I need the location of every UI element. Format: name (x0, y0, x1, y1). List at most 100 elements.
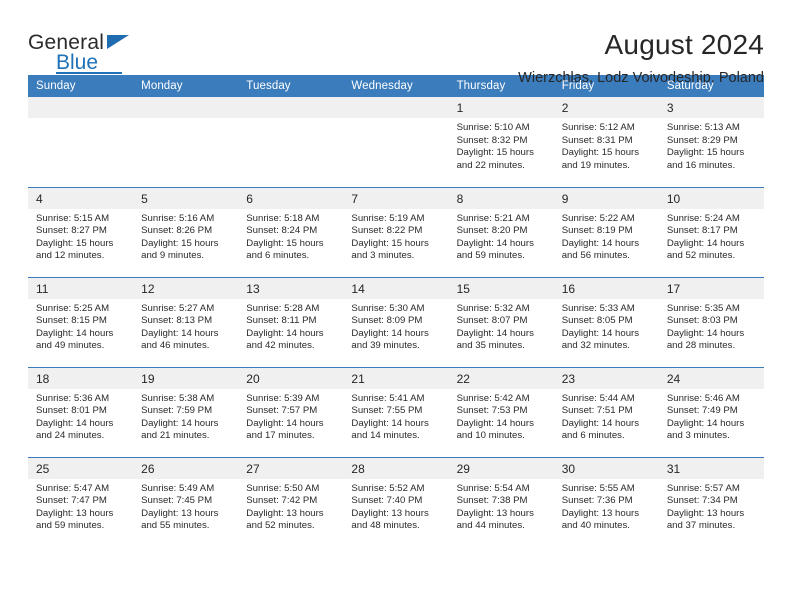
calendar-week-row: 18 Sunrise: 5:36 AM Sunset: 8:01 PM Dayligh… (28, 366, 764, 457)
calendar-day-cell[interactable]: 26 Sunrise: 5:49 AM Sunset: 7:45 PM Dayligh… (133, 456, 239, 547)
sunset-text: Sunset: 8:01 PM (36, 405, 107, 417)
day-number: 15 (448, 277, 554, 299)
weekday-header-tuesday: Tuesday (238, 75, 344, 97)
daylight-text: Daylight: 14 hours (36, 417, 114, 429)
calendar-day-cell[interactable]: 6 Sunrise: 5:18 AM Sunset: 8:24 PM Daylight… (238, 186, 344, 277)
page-subtitle: Wierzchlas, Lodz Voivodeship, Poland (518, 70, 764, 86)
day-number: 29 (448, 457, 554, 479)
daylight-text-cont: and 35 minutes. (456, 340, 525, 352)
sunset-text: Sunset: 8:15 PM (36, 315, 107, 327)
daylight-text: Daylight: 14 hours (246, 417, 324, 429)
daylight-text-cont: and 59 minutes. (36, 520, 105, 532)
day-number (238, 97, 344, 118)
sunrise-text: Sunrise: 5:24 AM (666, 212, 740, 224)
calendar-day-cell[interactable]: 11 Sunrise: 5:25 AM Sunset: 8:15 PM Dayligh… (28, 276, 134, 367)
calendar-day-cell[interactable]: 7 Sunrise: 5:19 AM Sunset: 8:22 PM Daylight… (343, 186, 449, 277)
sunrise-text: Sunrise: 5:18 AM (246, 212, 320, 224)
day-number: 23 (553, 367, 659, 389)
calendar-day-cell[interactable]: 17 Sunrise: 5:35 AM Sunset: 8:03 PM Dayligh… (658, 276, 764, 367)
daylight-text: Daylight: 14 hours (351, 417, 429, 429)
calendar-day-cell[interactable]: 27 Sunrise: 5:50 AM Sunset: 7:42 PM Dayligh… (238, 456, 344, 547)
daylight-text-cont: and 59 minutes. (456, 250, 525, 262)
day-details: Sunrise: 5:25 AM Sunset: 8:15 PM Daylight:… (28, 299, 133, 353)
calendar-day-cell[interactable]: 12 Sunrise: 5:27 AM Sunset: 8:13 PM Dayligh… (133, 276, 239, 367)
brand-logo: General Blue (28, 28, 148, 74)
calendar-day-cell[interactable]: 22 Sunrise: 5:42 AM Sunset: 7:53 PM Dayligh… (448, 366, 554, 457)
day-number: 24 (658, 367, 764, 389)
calendar-day-cell[interactable]: 13 Sunrise: 5:28 AM Sunset: 8:11 PM Dayligh… (238, 276, 344, 367)
calendar-day-cell[interactable]: 5 Sunrise: 5:16 AM Sunset: 8:26 PM Daylight… (133, 186, 239, 277)
sunrise-text: Sunrise: 5:16 AM (141, 212, 215, 224)
sunset-text: Sunset: 8:24 PM (246, 225, 318, 237)
sunrise-text: Sunrise: 5:49 AM (141, 482, 215, 494)
sunrise-text: Sunrise: 5:46 AM (666, 392, 740, 404)
daylight-text: Daylight: 14 hours (141, 327, 219, 339)
calendar-day-cell[interactable]: 25 Sunrise: 5:47 AM Sunset: 7:47 PM Dayligh… (28, 456, 134, 547)
day-number (28, 97, 134, 118)
daylight-text: Daylight: 13 hours (456, 507, 534, 519)
daylight-text: Daylight: 14 hours (36, 327, 114, 339)
daylight-text-cont: and 44 minutes. (456, 520, 525, 532)
calendar-day-cell[interactable]: 31 Sunrise: 5:57 AM Sunset: 7:34 PM Dayligh… (658, 456, 764, 547)
calendar-day-cell[interactable]: 19 Sunrise: 5:38 AM Sunset: 7:59 PM Dayligh… (133, 366, 239, 457)
calendar-day-cell[interactable]: 8 Sunrise: 5:21 AM Sunset: 8:20 PM Daylight… (448, 186, 554, 277)
calendar-day-cell[interactable]: 24 Sunrise: 5:46 AM Sunset: 7:49 PM Dayligh… (658, 366, 764, 457)
calendar-day-cell[interactable]: 4 Sunrise: 5:15 AM Sunset: 8:27 PM Daylight… (28, 186, 134, 277)
day-number: 1 (448, 97, 554, 118)
calendar-day-cell[interactable]: 21 Sunrise: 5:41 AM Sunset: 7:55 PM Dayligh… (343, 366, 449, 457)
sunset-text: Sunset: 8:27 PM (36, 225, 107, 237)
day-details: Sunrise: 5:18 AM Sunset: 8:24 PM Daylight:… (238, 209, 343, 263)
page-title: August 2024 (604, 29, 764, 60)
daylight-text-cont: and 48 minutes. (351, 520, 420, 532)
triangle-icon (107, 35, 129, 49)
calendar-day-cell[interactable]: 16 Sunrise: 5:33 AM Sunset: 8:05 PM Dayligh… (553, 276, 659, 367)
daylight-text: Daylight: 13 hours (246, 507, 324, 519)
sunset-text: Sunset: 8:29 PM (666, 134, 738, 146)
day-number: 10 (658, 187, 764, 209)
calendar-day-cell[interactable]: 15 Sunrise: 5:32 AM Sunset: 8:07 PM Dayligh… (448, 276, 554, 367)
day-number: 8 (448, 187, 554, 209)
calendar-day-cell[interactable]: 20 Sunrise: 5:39 AM Sunset: 7:57 PM Dayligh… (238, 366, 344, 457)
calendar-day-cell[interactable]: 1 Sunrise: 5:10 AM Sunset: 8:32 PM Daylight… (448, 97, 554, 187)
daylight-text: Daylight: 15 hours (246, 237, 324, 249)
calendar-day-cell[interactable]: 10 Sunrise: 5:24 AM Sunset: 8:17 PM Dayligh… (658, 186, 764, 277)
daylight-text: Daylight: 15 hours (666, 147, 745, 159)
sunset-text: Sunset: 8:09 PM (351, 315, 423, 327)
calendar-page: General Blue August 2024 Wierzchlas, Lod… (0, 0, 792, 612)
daylight-text-cont: and 37 minutes. (666, 520, 736, 532)
daylight-text: Daylight: 13 hours (141, 507, 219, 519)
daylight-text: Daylight: 15 hours (561, 147, 640, 159)
daylight-text: Daylight: 15 hours (456, 147, 534, 159)
day-number: 20 (238, 367, 344, 389)
daylight-text: Daylight: 15 hours (351, 237, 429, 249)
calendar-day-cell[interactable]: 9 Sunrise: 5:22 AM Sunset: 8:19 PM Daylight… (553, 186, 659, 277)
calendar-day-cell[interactable]: 18 Sunrise: 5:36 AM Sunset: 8:01 PM Dayligh… (28, 366, 134, 457)
sunrise-text: Sunrise: 5:19 AM (351, 212, 425, 224)
daylight-text-cont: and 24 minutes. (36, 430, 105, 442)
calendar-day-cell[interactable]: 2 Sunrise: 5:12 AM Sunset: 8:31 PM Daylight… (553, 97, 659, 187)
sunrise-text: Sunrise: 5:13 AM (666, 122, 740, 133)
day-details: Sunrise: 5:55 AM Sunset: 7:36 PM Daylight:… (554, 479, 659, 533)
calendar-day-cell[interactable]: 14 Sunrise: 5:30 AM Sunset: 8:09 PM Dayligh… (343, 276, 449, 367)
daylight-text: Daylight: 15 hours (36, 237, 114, 249)
sunrise-text: Sunrise: 5:35 AM (666, 302, 740, 314)
day-number: 16 (553, 277, 659, 299)
day-number: 25 (28, 457, 134, 479)
day-details: Sunrise: 5:30 AM Sunset: 8:09 PM Daylight:… (343, 299, 448, 353)
sunrise-text: Sunrise: 5:25 AM (36, 302, 110, 314)
sunset-text: Sunset: 7:34 PM (666, 495, 738, 507)
calendar-day-cell[interactable]: 23 Sunrise: 5:44 AM Sunset: 7:51 PM Dayligh… (553, 366, 659, 457)
calendar-day-cell[interactable]: 30 Sunrise: 5:55 AM Sunset: 7:36 PM Dayligh… (553, 456, 659, 547)
sunrise-text: Sunrise: 5:32 AM (456, 302, 530, 314)
calendar-day-cell[interactable]: 29 Sunrise: 5:54 AM Sunset: 7:38 PM Dayligh… (448, 456, 554, 547)
sunset-text: Sunset: 7:38 PM (456, 495, 528, 507)
day-details: Sunrise: 5:13 AM Sunset: 8:29 PM Daylight:… (659, 118, 764, 172)
calendar-day-cell[interactable]: 3 Sunrise: 5:13 AM Sunset: 8:29 PM Daylight… (658, 97, 764, 187)
calendar-cell-empty (28, 97, 134, 187)
calendar-day-cell[interactable]: 28 Sunrise: 5:52 AM Sunset: 7:40 PM Dayligh… (343, 456, 449, 547)
sunrise-text: Sunrise: 5:52 AM (351, 482, 425, 494)
day-details: Sunrise: 5:24 AM Sunset: 8:17 PM Daylight:… (659, 209, 764, 263)
day-details: Sunrise: 5:28 AM Sunset: 8:11 PM Daylight:… (238, 299, 343, 353)
sunset-text: Sunset: 7:40 PM (351, 495, 423, 507)
calendar-week-row: 1 Sunrise: 5:10 AM Sunset: 8:32 PM Daylight… (28, 97, 764, 187)
